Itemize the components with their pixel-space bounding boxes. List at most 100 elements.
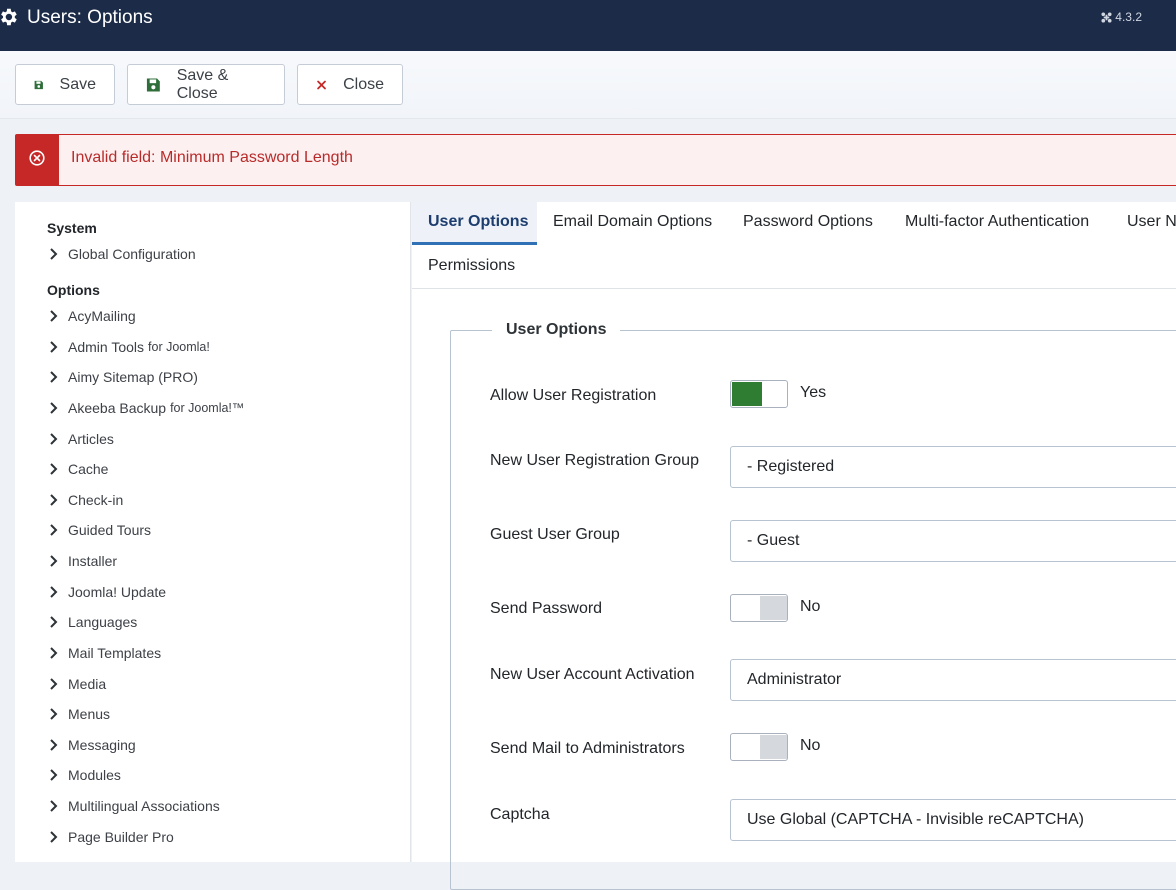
component-sidebar: System Global Configuration Options AcyM… [15, 202, 411, 862]
tab-user-notes[interactable]: User N [1127, 213, 1176, 231]
sidebar-item-languages[interactable]: Languages [49, 612, 137, 632]
save-and-close-label: Save & Close [176, 66, 229, 102]
sidebar-item-label: Messaging [68, 737, 136, 753]
sidebar-item-page-builder-pro[interactable]: Page Builder Pro [49, 827, 174, 847]
allow-registration-switch[interactable] [730, 380, 788, 408]
sidebar-item-suffix: for Joomla!™ [170, 401, 245, 415]
page-header: Users: Options 4.3.2 [0, 0, 1176, 51]
sidebar-item-label: Articles [68, 431, 114, 447]
account-activation-select[interactable]: Administrator [730, 659, 1176, 701]
sidebar-item-guided-tours[interactable]: Guided Tours [49, 520, 151, 540]
chevron-right-icon [50, 310, 58, 322]
sidebar-item-label: Admin Tools [68, 339, 145, 355]
chevron-right-icon [50, 616, 58, 628]
sidebar-item-modules[interactable]: Modules [49, 765, 121, 785]
gear-icon [1, 8, 17, 26]
chevron-right-icon [50, 341, 58, 353]
chevron-right-icon [50, 402, 58, 414]
chevron-right-icon [50, 800, 58, 812]
sidebar-item-mail-templates[interactable]: Mail Templates [49, 643, 161, 663]
guest-group-label: Guest User Group [490, 526, 620, 543]
fieldset-legend: User Options [492, 321, 621, 339]
chevron-right-icon [50, 433, 58, 445]
send-mail-admins-switch[interactable] [730, 733, 788, 761]
page-title: Users: Options [27, 7, 153, 28]
switch-indicator [732, 382, 762, 406]
sidebar-item-cache[interactable]: Cache [49, 459, 108, 479]
sidebar-item-label: Aimy Sitemap (PRO) [68, 369, 198, 385]
chevron-right-icon [50, 769, 58, 781]
sidebar-item-akeeba-backup[interactable]: Akeeba Backup for Joomla!™ [49, 398, 244, 418]
chevron-right-icon [50, 524, 58, 536]
options-panel: User Options Email Domain Options Passwo… [412, 202, 1176, 890]
sidebar-item-label: Mail Templates [68, 645, 162, 661]
new-user-group-label: New User Registration Group [490, 452, 699, 469]
sidebar-item-multilingual-associations[interactable]: Multilingual Associations [49, 796, 220, 816]
sidebar-item-aimy-sitemap[interactable]: Aimy Sitemap (PRO) [49, 367, 198, 387]
tab-email-domain-options[interactable]: Email Domain Options [553, 213, 712, 231]
chevron-right-icon [50, 647, 58, 659]
tabs-divider [412, 288, 1176, 289]
sidebar-item-label: Cache [68, 461, 109, 477]
sidebar-item-label: Installer [68, 553, 118, 569]
guest-group-select[interactable]: - Guest [730, 520, 1176, 562]
sidebar-item-label: Multilingual Associations [68, 798, 220, 814]
sidebar-item-label: Modules [68, 767, 121, 783]
chevron-right-icon [50, 555, 58, 567]
version-text: 4.3.2 [1115, 10, 1142, 24]
sidebar-item-label: Menus [68, 706, 111, 722]
tab-password-options[interactable]: Password Options [743, 213, 873, 231]
chevron-right-icon [50, 371, 58, 383]
captcha-select[interactable]: Use Global (CAPTCHA - Invisible reCAPTCH… [730, 799, 1176, 841]
sidebar-item-label: Global Configuration [68, 246, 196, 262]
chevron-right-icon [50, 586, 58, 598]
sidebar-item-global-configuration[interactable]: Global Configuration [49, 244, 196, 264]
chevron-right-icon [50, 248, 58, 260]
sidebar-item-joomla-update[interactable]: Joomla! Update [49, 582, 166, 602]
account-activation-label: New User Account Activation [490, 666, 695, 683]
tab-permissions[interactable]: Permissions [428, 257, 515, 275]
new-user-group-select[interactable]: - Registered [730, 446, 1176, 488]
send-mail-admins-label: Send Mail to Administrators [490, 740, 685, 757]
chevron-right-icon [50, 739, 58, 751]
sidebar-item-admin-tools[interactable]: Admin Tools for Joomla! [49, 337, 210, 357]
chevron-right-icon [50, 831, 58, 843]
alert-icon-bar [16, 135, 59, 185]
allow-registration-label: Allow User Registration [490, 387, 657, 404]
alert-message: Invalid field: Minimum Password Length [71, 149, 353, 166]
tab-user-options[interactable]: User Options [428, 213, 528, 231]
sidebar-item-label: Check-in [68, 492, 124, 508]
send-mail-admins-value: No [800, 737, 821, 754]
sidebar-item-acymailing[interactable]: AcyMailing [49, 306, 136, 326]
save-icon [146, 78, 160, 91]
sidebar-item-label: Page Builder Pro [68, 829, 174, 845]
sidebar-heading-system: System [47, 220, 97, 236]
tab-multi-factor-authentication[interactable]: Multi-factor Authentication [905, 213, 1089, 231]
switch-indicator [760, 596, 787, 620]
sidebar-item-check-in[interactable]: Check-in [49, 490, 123, 510]
sidebar-item-label: Languages [68, 614, 138, 630]
chevron-right-icon [50, 463, 58, 475]
sidebar-item-installer[interactable]: Installer [49, 551, 117, 571]
sidebar-item-media[interactable]: Media [49, 674, 106, 694]
allow-registration-value: Yes [800, 384, 827, 401]
close-button[interactable]: Close [297, 64, 403, 105]
sidebar-item-messaging[interactable]: Messaging [49, 735, 136, 755]
sidebar-item-label: AcyMailing [68, 308, 136, 324]
sidebar-item-label: Joomla! Update [68, 584, 167, 600]
save-icon [34, 80, 43, 89]
toolbar: Save Save & Close Close [0, 51, 1176, 119]
joomla-logo-icon [1101, 11, 1112, 23]
sidebar-item-menus[interactable]: Menus [49, 704, 110, 724]
sidebar-item-articles[interactable]: Articles [49, 429, 114, 449]
chevron-right-icon [50, 494, 58, 506]
switch-indicator [760, 735, 787, 759]
sidebar-item-suffix: for Joomla! [148, 340, 210, 354]
version-badge: 4.3.2 [1101, 10, 1142, 24]
error-alert: Invalid field: Minimum Password Length [15, 134, 1176, 186]
save-and-close-button[interactable]: Save & Close [127, 64, 285, 105]
error-circle-icon [29, 150, 45, 166]
save-button[interactable]: Save [15, 64, 115, 105]
send-password-label: Send Password [490, 600, 603, 617]
send-password-switch[interactable] [730, 594, 788, 622]
